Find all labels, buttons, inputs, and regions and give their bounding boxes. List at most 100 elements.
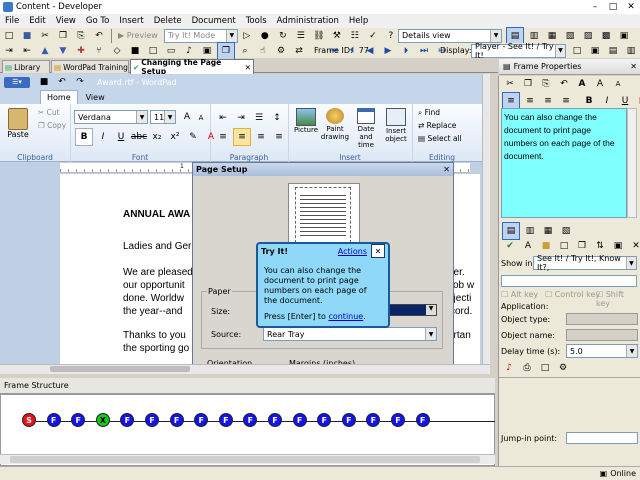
fp-grow-icon[interactable]: A [592,76,608,92]
fp-lock-icon[interactable]: ▣ [610,238,626,254]
fp-bold-icon[interactable]: B [581,93,597,109]
menu-help[interactable]: Help [344,16,373,26]
fp-font-icon[interactable]: A [574,76,590,92]
shrink-font-icon[interactable]: A [193,110,209,126]
fp-check-icon[interactable]: ✔ [502,238,518,254]
indent-icon[interactable]: ⇥ [1,43,17,59]
add-frame-icon[interactable]: ✚ [73,43,89,59]
zoom-icon[interactable]: ⌕ [237,43,253,59]
menu-document[interactable]: Document [187,16,241,26]
preview-button[interactable]: ▶ Preview [115,31,161,40]
fp-color-icon[interactable]: ■ [635,93,640,109]
fp-paste-icon[interactable]: ⎘ [538,76,554,92]
menu-edit[interactable]: Edit [24,16,50,26]
properties-icon[interactable]: ⚙ [273,43,289,59]
display-option-2-icon[interactable]: ▣ [587,43,603,59]
frame-node-start[interactable]: S [22,413,36,427]
subscript-icon[interactable]: x₂ [149,129,165,145]
frame-node[interactable]: F [145,413,159,427]
back-icon[interactable]: ◀ [362,43,378,59]
action-icon[interactable]: ☝ [255,43,271,59]
fp-copy-icon[interactable]: ❐ [520,76,536,92]
layout-5-icon[interactable]: ▨ [580,28,596,44]
action-select[interactable] [501,275,637,287]
find-button[interactable]: ⌕ Find [418,108,440,118]
menu-administration[interactable]: Administration [272,16,344,26]
frame-node[interactable]: F [341,413,356,427]
scroll-thumb[interactable] [50,366,190,372]
layout-4-icon[interactable]: ▧ [562,28,578,44]
fp-hotspot-icon[interactable]: □ [556,238,572,254]
fp-cut-icon[interactable]: ✂ [502,76,518,92]
copy-button[interactable]: ❐ Copy [38,121,66,130]
close-pane-icon[interactable]: ✕ [630,62,637,71]
sync-icon[interactable]: ⇄ [291,43,307,59]
show-in-select[interactable]: See It! / Try It!, Know It?, ▼ [533,254,637,272]
fp-clear-icon[interactable]: □ [537,360,553,376]
tools-icon[interactable]: ⚒ [329,28,345,44]
select-all-button[interactable]: ▤ Select all [418,134,462,143]
underline-icon[interactable]: U [113,129,129,145]
new-icon[interactable]: □ [1,28,17,44]
capture-icon[interactable]: ❐ [217,41,235,60]
bubble-editor-scrollbar[interactable] [627,108,637,218]
frame-structure-scrollbar[interactable] [0,454,495,464]
minimize-icon[interactable]: – [587,0,603,15]
fp-undo-icon[interactable]: ↶ [556,76,572,92]
fp-align-right-icon[interactable]: ≡ [540,93,556,109]
close-tab-icon[interactable]: ✕ [245,63,251,72]
copy-icon[interactable]: ❐ [55,28,71,44]
menu-view[interactable]: View [51,16,81,26]
tab-wordpad-training[interactable]: ▤ WordPad Training [51,60,129,73]
display-option-4-icon[interactable]: ▥ [623,43,639,59]
font-name-select[interactable]: Verdana ▼ [74,110,148,124]
date-time-button[interactable]: Date and time [350,108,382,149]
frame-node[interactable]: F [268,413,282,427]
tryit-close-icon[interactable]: ✕ [371,244,385,258]
ribbon-tab-home[interactable]: Home [40,90,78,104]
increase-indent-icon[interactable]: ⇥ [233,110,249,126]
cut-button[interactable]: ✂ Cut [38,108,60,117]
layout-7-icon[interactable]: ▣ [616,28,632,44]
save-icon[interactable]: ■ [19,28,35,44]
menu-insert[interactable]: Insert [114,16,148,26]
object-name-field[interactable] [566,329,638,341]
object-type-field[interactable] [566,313,638,325]
wp-undo-icon[interactable]: ↶ [54,74,70,90]
frame-scroll-thumb[interactable] [10,456,480,463]
alt-key-checkbox[interactable]: ☐ Alt key [501,290,538,299]
replace-button[interactable]: ⇄ Replace [418,121,456,130]
bubble-icon[interactable]: ▭ [163,43,179,59]
highlight-icon[interactable]: ✎ [185,129,201,145]
frame-node[interactable]: F [292,413,307,427]
align-left-icon[interactable]: ≡ [215,129,231,145]
outdent-icon[interactable]: ⇤ [19,43,35,59]
frame-node[interactable]: F [391,413,405,427]
line-spacing-icon[interactable]: ↕ [269,110,285,126]
branch-icon[interactable]: ⑂ [91,43,107,59]
superscript-icon[interactable]: x² [167,129,183,145]
jump-in-point-field[interactable] [566,432,638,444]
image-icon[interactable]: ▣ [199,43,215,59]
menu-tools[interactable]: Tools [241,16,272,26]
check-icon[interactable]: ✓ [365,28,381,44]
undo-icon[interactable]: ↶ [91,28,107,44]
link-icon[interactable]: ⛓ [311,28,327,44]
fp-tab-4-icon[interactable]: ▧ [558,223,574,239]
fp-move-icon[interactable]: ⇅ [592,238,608,254]
bold-icon[interactable]: B [75,128,93,146]
delay-time-select[interactable]: 5.0 ▼ [566,344,638,358]
fp-sound-icon[interactable]: ♪ [501,360,517,376]
menu-delete[interactable]: Delete [149,16,187,26]
frame-node[interactable]: F [415,413,430,427]
control-key-checkbox[interactable]: ☐ Control key [545,290,600,299]
fp-align-center-icon[interactable]: ≡ [522,93,538,109]
fp-folder-icon[interactable]: ■ [538,238,554,254]
strikethrough-icon[interactable]: abc [131,129,147,145]
display-option-1-icon[interactable]: □ [569,43,585,59]
fp-italic-icon[interactable]: I [599,93,615,109]
align-center-icon[interactable]: ≡ [233,128,251,146]
insert-object-button[interactable]: Insert object [382,108,410,143]
help-icon[interactable]: ? [383,28,399,44]
sound-icon[interactable]: ♪ [181,43,197,59]
